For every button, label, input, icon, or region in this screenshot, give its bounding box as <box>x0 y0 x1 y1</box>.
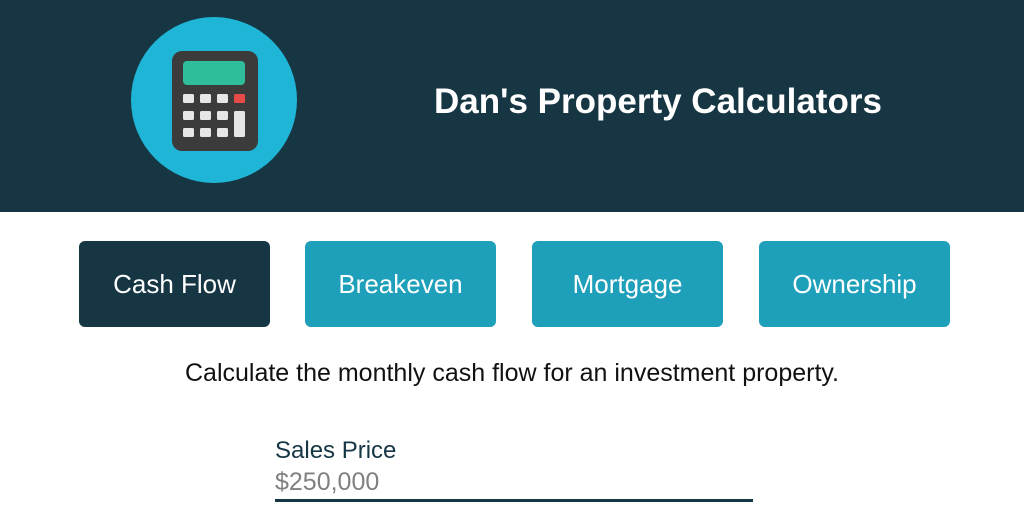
calculator-description: Calculate the monthly cash flow for an i… <box>184 359 840 387</box>
tab-ownership[interactable]: Ownership <box>759 241 950 327</box>
tab-breakeven[interactable]: Breakeven <box>305 241 496 327</box>
sales-price-input[interactable] <box>275 466 753 502</box>
calculator-tabs: Cash Flow Breakeven Mortgage Ownership <box>0 241 1024 327</box>
sales-price-field: Sales Price <box>275 436 753 502</box>
app-title: Dan's Property Calculators <box>434 82 882 121</box>
sales-price-label: Sales Price <box>275 437 397 464</box>
app-header: Dan's Property Calculators <box>0 0 1024 212</box>
tab-cash-flow[interactable]: Cash Flow <box>79 241 270 327</box>
tab-mortgage[interactable]: Mortgage <box>532 241 723 327</box>
calculator-icon <box>131 17 297 183</box>
